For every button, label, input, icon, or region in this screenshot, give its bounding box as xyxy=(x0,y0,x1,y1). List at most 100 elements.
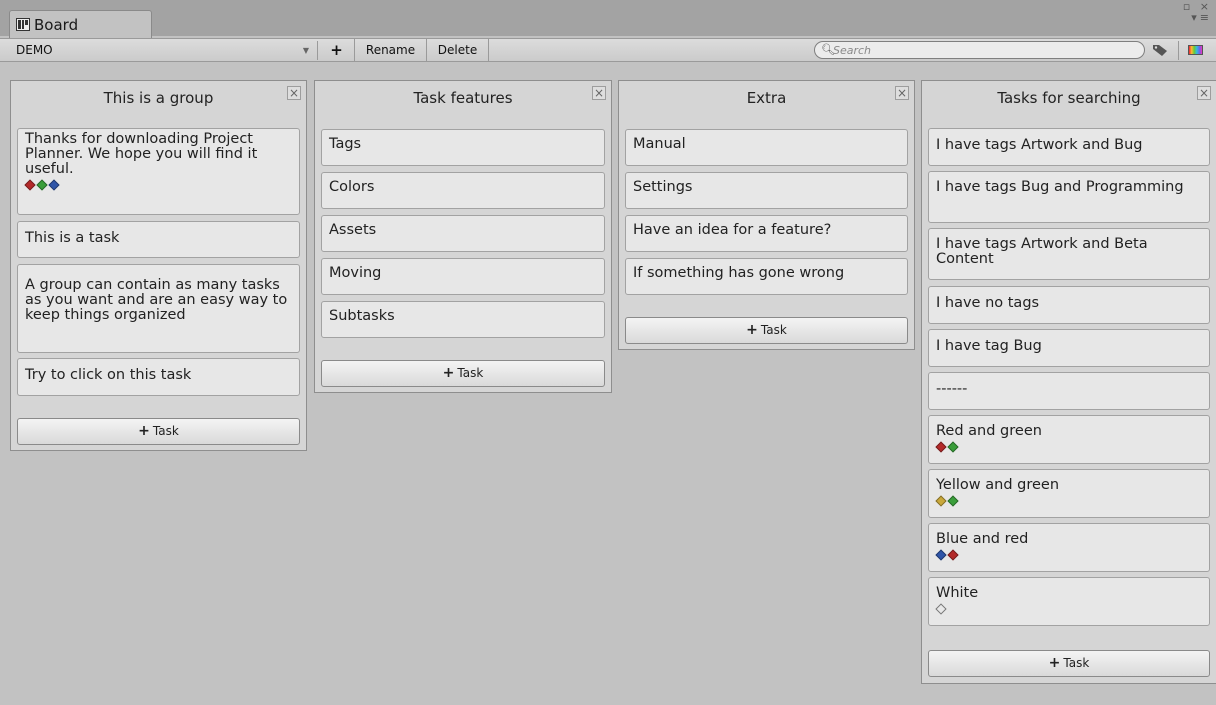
add-task-label: Task xyxy=(1063,656,1090,670)
task-card[interactable]: I have tag Bug xyxy=(928,329,1210,367)
task-card[interactable]: Tags xyxy=(321,129,605,166)
task-tags xyxy=(935,441,1202,453)
task-card[interactable]: Thanks for downloading Project Planner. … xyxy=(17,128,300,215)
tag-filter-icon[interactable] xyxy=(1152,43,1168,57)
task-card[interactable]: I have tags Bug and Programming xyxy=(928,171,1210,223)
task-card[interactable]: Colors xyxy=(321,172,605,209)
add-task-button[interactable]: + Task xyxy=(321,360,605,387)
add-group-button[interactable]: + xyxy=(319,39,355,61)
task-text: Yellow and green xyxy=(936,477,1060,493)
task-card[interactable]: If something has gone wrong xyxy=(625,258,908,295)
task-text: Subtasks xyxy=(329,308,395,324)
delete-button[interactable]: Delete xyxy=(427,39,489,61)
task-card[interactable]: Assets xyxy=(321,215,605,252)
task-tags xyxy=(935,549,1202,561)
task-text: I have no tags xyxy=(936,295,1040,311)
tag-red-icon xyxy=(24,179,36,191)
task-text: Blue and red xyxy=(936,531,1029,547)
window-controls[interactable]: ▫ × ▾≡ xyxy=(1183,1,1212,23)
add-task-button[interactable]: + Task xyxy=(625,317,908,344)
task-card[interactable]: I have tags Artwork and Beta Content xyxy=(928,228,1210,280)
tag-yellow-icon xyxy=(935,495,947,507)
group-tasks-for-searching[interactable]: Tasks for searching × I have tags Artwor… xyxy=(921,80,1216,684)
group-title: Task features xyxy=(413,89,513,107)
task-card[interactable]: I have tags Artwork and Bug xyxy=(928,128,1210,166)
tag-green-icon xyxy=(36,179,48,191)
task-text: White xyxy=(936,585,979,601)
task-card[interactable]: White xyxy=(928,577,1210,626)
board-icon xyxy=(16,18,30,31)
group-this-is-a-group[interactable]: This is a group × Thanks for downloading… xyxy=(10,80,307,451)
task-card[interactable]: Yellow and green xyxy=(928,469,1210,518)
task-text: Red and green xyxy=(936,423,1042,439)
menu-icon[interactable]: ▾≡ xyxy=(1183,12,1212,23)
task-card[interactable]: I have no tags xyxy=(928,286,1210,324)
task-card[interactable]: A group can contain as many tasks as you… xyxy=(17,264,300,353)
add-task-button[interactable]: + Task xyxy=(928,650,1210,677)
task-card[interactable]: Settings xyxy=(625,172,908,209)
group-title: This is a group xyxy=(103,89,214,107)
board-tab[interactable]: Board xyxy=(9,10,152,38)
task-text: Have an idea for a feature? xyxy=(633,222,832,238)
dropdown-arrow-icon: ▼ xyxy=(302,46,309,55)
tag-blue-icon xyxy=(48,179,60,191)
tag-white-icon xyxy=(935,603,947,615)
group-extra[interactable]: Extra × Manual Settings Have an idea for… xyxy=(618,80,915,350)
task-text: I have tags Artwork and Bug xyxy=(936,137,1143,153)
task-text: Thanks for downloading Project Planner. … xyxy=(25,131,258,177)
close-icon[interactable]: × xyxy=(592,86,606,100)
tag-green-icon xyxy=(947,441,959,453)
task-card[interactable]: Moving xyxy=(321,258,605,295)
task-card[interactable]: ------ xyxy=(928,372,1210,410)
task-text: Moving xyxy=(329,265,382,281)
task-tags xyxy=(24,179,292,191)
task-card[interactable]: Blue and red xyxy=(928,523,1210,572)
group-title: Tasks for searching xyxy=(997,89,1141,107)
board-select-value: DEMO xyxy=(16,43,53,57)
task-text: Colors xyxy=(329,179,375,195)
plus-icon: + xyxy=(1048,655,1061,671)
close-icon[interactable]: × xyxy=(1197,86,1211,100)
plus-icon: + xyxy=(442,365,455,381)
group-task-features[interactable]: Task features × Tags Colors Assets Movin… xyxy=(314,80,612,393)
task-text: Try to click on this task xyxy=(25,367,192,383)
add-task-button[interactable]: + Task xyxy=(17,418,300,445)
window-tab-bar: Board ▫ × ▾≡ xyxy=(0,0,1216,38)
tag-red-icon xyxy=(935,441,947,453)
task-card[interactable]: Try to click on this task xyxy=(17,358,300,396)
task-text: ------ xyxy=(936,381,968,397)
close-icon[interactable]: × xyxy=(895,86,909,100)
tag-green-icon xyxy=(947,495,959,507)
task-text: Settings xyxy=(633,179,693,195)
task-tags xyxy=(935,495,1202,507)
plus-icon: + xyxy=(746,322,758,338)
search-box[interactable]: 🔍︎ xyxy=(814,41,1145,59)
tab-title: Board xyxy=(34,15,79,34)
task-text: Assets xyxy=(329,222,377,238)
task-text: I have tags Bug and Programming xyxy=(936,179,1184,195)
group-title: Extra xyxy=(746,89,787,107)
task-text: A group can contain as many tasks as you… xyxy=(25,277,288,323)
task-text: This is a task xyxy=(25,230,120,246)
task-card[interactable]: This is a task xyxy=(17,221,300,258)
toolbar: DEMO ▼ + Rename Delete 🔍︎ xyxy=(0,38,1216,62)
rename-button[interactable]: Rename xyxy=(355,39,427,61)
add-task-label: Task xyxy=(760,323,787,337)
add-task-label: Task xyxy=(457,366,484,380)
close-icon[interactable]: × xyxy=(287,86,301,100)
task-text: I have tag Bug xyxy=(936,338,1042,354)
task-text: Tags xyxy=(329,136,362,152)
task-card[interactable]: Have an idea for a feature? xyxy=(625,215,908,252)
board-select[interactable]: DEMO ▼ xyxy=(12,41,318,60)
task-card[interactable]: Red and green xyxy=(928,415,1210,464)
color-filter-button[interactable] xyxy=(1178,41,1212,60)
plus-icon: + xyxy=(138,423,150,439)
add-task-label: Task xyxy=(152,424,179,438)
task-card[interactable]: Manual xyxy=(625,129,908,166)
task-card[interactable]: Subtasks xyxy=(321,301,605,338)
task-text: Manual xyxy=(633,136,686,152)
color-palette-icon xyxy=(1188,45,1203,55)
task-text: I have tags Artwork and Beta Content xyxy=(936,236,1148,267)
task-text: If something has gone wrong xyxy=(633,265,845,281)
search-input[interactable] xyxy=(833,42,1133,58)
